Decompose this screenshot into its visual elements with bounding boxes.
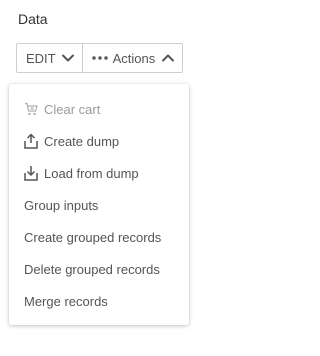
actions-button[interactable]: Actions: [81, 44, 183, 72]
edit-button-label: EDIT: [26, 50, 56, 66]
download-icon: [24, 165, 38, 181]
menu-item-label: Create dump: [44, 133, 120, 149]
actions-button-label: Actions: [112, 50, 156, 66]
chevron-down-icon: [61, 54, 74, 62]
actions-menu: Clear cart Create dump Load from dump Gr…: [9, 84, 189, 325]
menu-item-group-inputs[interactable]: Group inputs: [9, 189, 189, 221]
menu-item-delete-grouped-records[interactable]: Delete grouped records: [9, 253, 189, 285]
menu-item-create-grouped-records[interactable]: Create grouped records: [9, 221, 189, 253]
menu-item-create-dump[interactable]: Create dump: [9, 125, 189, 157]
menu-item-label: Create grouped records: [24, 229, 162, 245]
menu-item-label: Clear cart: [44, 101, 101, 117]
chevron-up-icon: [162, 54, 175, 62]
menu-item-label: Load from dump: [44, 165, 139, 181]
menu-item-load-from-dump[interactable]: Load from dump: [9, 157, 189, 189]
menu-item-merge-records[interactable]: Merge records: [9, 285, 189, 317]
menu-item-label: Delete grouped records: [24, 261, 160, 277]
cart-clear-icon: [24, 101, 38, 117]
section-title: Data: [18, 11, 48, 27]
more-horizontal-icon: [91, 56, 108, 60]
edit-button[interactable]: EDIT: [17, 44, 82, 72]
menu-item-clear-cart[interactable]: Clear cart: [9, 93, 189, 125]
toolbar: EDIT Actions: [16, 43, 184, 73]
upload-icon: [24, 133, 38, 149]
menu-item-label: Merge records: [24, 293, 108, 309]
menu-item-label: Group inputs: [24, 197, 99, 213]
